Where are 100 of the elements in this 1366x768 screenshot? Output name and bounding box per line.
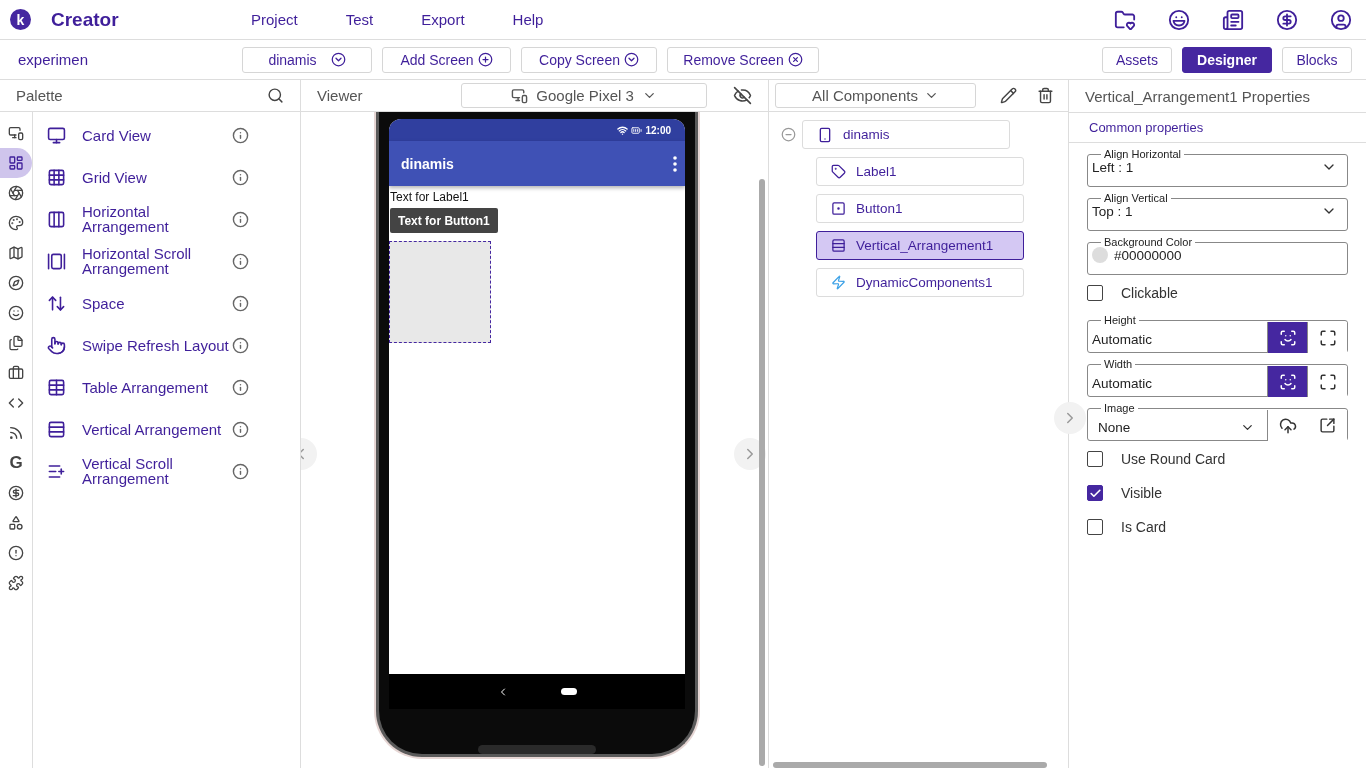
- palette-item[interactable]: Card View: [82, 127, 232, 143]
- field-value: Automatic: [1092, 331, 1154, 347]
- dropdown-icon: [330, 52, 346, 67]
- folder-icon[interactable]: [1114, 8, 1136, 31]
- brand-name: Creator: [51, 8, 120, 31]
- info-icon[interactable]: [232, 168, 249, 186]
- project-name: experimen: [18, 51, 90, 68]
- palette-item[interactable]: Grid View: [82, 169, 232, 185]
- palette-item[interactable]: Horizontal Arrangement: [82, 204, 232, 234]
- category-tab[interactable]: G: [0, 448, 32, 478]
- field-label: Width: [1103, 359, 1134, 369]
- info-icon[interactable]: [232, 210, 249, 228]
- palette-item[interactable]: Space: [82, 295, 232, 311]
- collapse-icon[interactable]: [781, 127, 796, 142]
- status-time: 12:00: [645, 124, 671, 136]
- focus-icon: [1278, 372, 1297, 391]
- columns-icon: [47, 209, 66, 229]
- tree-item[interactable]: Vertical_Arrangement1: [816, 231, 1024, 260]
- palette-item[interactable]: Swipe Refresh Layout: [82, 337, 232, 353]
- app-button[interactable]: Text for Button1: [390, 208, 498, 233]
- wifi-icon: [617, 124, 629, 136]
- checkbox-label: Visible: [1121, 485, 1162, 501]
- palette-item[interactable]: Horizontal Scroll Arrangement: [82, 246, 232, 276]
- fullscreen-icon: [1318, 372, 1337, 391]
- app-title: dinamis: [401, 155, 455, 172]
- toolbar-button[interactable]: Add Screen: [382, 46, 511, 73]
- lightning-icon: [831, 275, 846, 290]
- field-value: None: [1097, 419, 1132, 435]
- info-icon[interactable]: [232, 378, 249, 396]
- dashboard-icon[interactable]: [0, 148, 32, 178]
- fullscreen-mode-button[interactable]: [1307, 366, 1347, 397]
- checkbox-label: Clickable: [1121, 285, 1178, 301]
- menu-item[interactable]: Project: [251, 11, 298, 28]
- toolbar-button[interactable]: Remove Screen: [667, 46, 819, 73]
- color-field[interactable]: Background Color #00000000: [1087, 237, 1348, 275]
- scrollbar[interactable]: [759, 179, 765, 766]
- field-value: Top : 1: [1092, 203, 1134, 219]
- palette-item[interactable]: Table Arrangement: [82, 379, 232, 395]
- field-label: Align Horizontal: [1103, 149, 1183, 159]
- checkbox[interactable]: [1087, 485, 1103, 501]
- size-field[interactable]: Width Automatic: [1087, 359, 1348, 397]
- toolbar-button[interactable]: Copy Screen: [521, 46, 657, 73]
- size-field[interactable]: Height Automatic: [1087, 315, 1348, 353]
- field-value: Automatic: [1092, 375, 1154, 391]
- checkbox[interactable]: [1087, 285, 1103, 301]
- rows-icon: [47, 419, 66, 439]
- menu-item[interactable]: Test: [345, 11, 374, 28]
- info-icon[interactable]: [232, 126, 249, 144]
- focus-icon: [1278, 328, 1297, 347]
- more-icon: [673, 155, 677, 172]
- mode-tab[interactable]: Designer: [1182, 46, 1272, 73]
- devices-icon: [511, 87, 529, 104]
- document-icon[interactable]: [1222, 8, 1244, 31]
- checkbox[interactable]: [1087, 451, 1103, 467]
- table-icon: [47, 377, 66, 397]
- eye-off-icon[interactable]: [733, 86, 752, 105]
- palette-item[interactable]: Vertical Scroll Arrangement: [82, 456, 232, 486]
- focus-mode-button[interactable]: [1267, 322, 1307, 353]
- fullscreen-icon: [1318, 328, 1337, 347]
- menu-item[interactable]: Export: [421, 11, 465, 28]
- mode-tab[interactable]: Blocks: [1282, 46, 1352, 73]
- info-icon[interactable]: [232, 336, 249, 354]
- fullscreen-mode-button[interactable]: [1307, 322, 1347, 353]
- field-label: Align Vertical: [1103, 193, 1169, 203]
- trash-icon[interactable]: [1037, 87, 1054, 104]
- toggle-icon: [623, 52, 639, 67]
- section-title[interactable]: Common properties: [1069, 112, 1366, 143]
- device-select[interactable]: Google Pixel 3: [461, 83, 707, 108]
- select-field[interactable]: Align Horizontal Left : 1: [1087, 149, 1348, 187]
- dollar-icon[interactable]: [1276, 8, 1298, 31]
- info-icon[interactable]: [232, 252, 249, 270]
- search-icon[interactable]: [267, 87, 284, 104]
- vertical-arrangement[interactable]: [389, 241, 491, 343]
- properties-title: Vertical_Arrangement1 Properties: [1084, 86, 1312, 107]
- external-link-icon: [1318, 417, 1336, 434]
- tree-item[interactable]: Label1: [816, 157, 1024, 186]
- account-icon[interactable]: [1330, 8, 1352, 31]
- focus-mode-button[interactable]: [1267, 366, 1307, 397]
- palette-item[interactable]: Vertical Arrangement: [82, 421, 232, 437]
- info-icon[interactable]: [232, 294, 249, 312]
- pencil-icon[interactable]: [1000, 87, 1017, 104]
- home-pill: [561, 688, 577, 695]
- tree-item[interactable]: DynamicComponents1: [816, 268, 1024, 297]
- gallery-icon: [47, 251, 66, 271]
- menu-item[interactable]: Help: [512, 11, 544, 28]
- info-icon[interactable]: [232, 462, 249, 480]
- components-filter[interactable]: All Components: [775, 83, 976, 108]
- mode-tab[interactable]: Assets: [1102, 46, 1172, 73]
- info-icon[interactable]: [232, 420, 249, 438]
- tree-item[interactable]: dinamis: [802, 120, 1010, 149]
- checkbox[interactable]: [1087, 519, 1103, 535]
- scrollbar[interactable]: [773, 762, 1047, 768]
- grid-icon: [47, 167, 66, 187]
- plus-icon: [477, 52, 493, 67]
- face-icon[interactable]: [1168, 8, 1190, 31]
- select-field[interactable]: Align Vertical Top : 1: [1087, 193, 1348, 231]
- image-field[interactable]: Image None: [1087, 403, 1348, 441]
- tree-item[interactable]: Button1: [816, 194, 1024, 223]
- checkbox-label: Is Card: [1121, 519, 1167, 535]
- screen-select[interactable]: dinamis: [242, 46, 372, 73]
